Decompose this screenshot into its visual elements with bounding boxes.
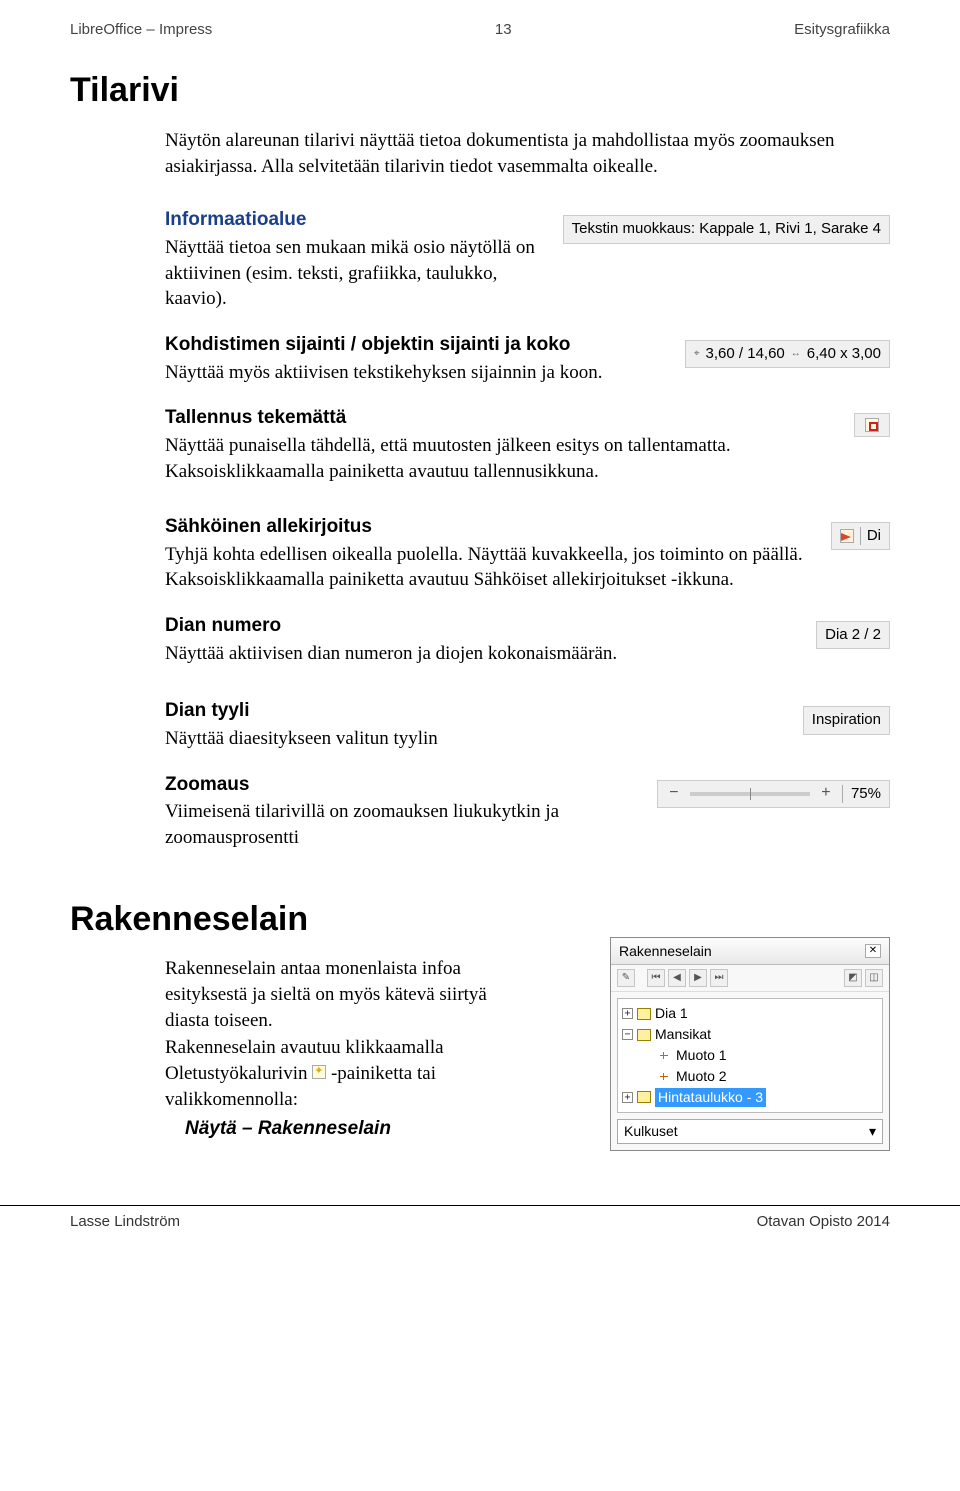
navigator-close-button[interactable]: ✕: [865, 944, 881, 958]
tree-selected-label: Hintataulukko - 3: [655, 1088, 766, 1107]
slide-icon: [637, 1008, 651, 1020]
sig-heading: Sähköinen allekirjoitus: [165, 514, 819, 540]
style-body: Näyttää diaesitykseen valitun tyylin: [165, 726, 791, 752]
navigator-toolbar-icon: [312, 1065, 326, 1079]
navigator-document-combo[interactable]: Kulkuset ▾: [617, 1119, 883, 1144]
pos-body: Näyttää myös aktiivisen tekstikehyksen s…: [165, 360, 673, 386]
tree-item-mansikat[interactable]: − Mansikat: [620, 1024, 880, 1045]
section-rakenneselain-title: Rakenneselain: [70, 897, 598, 943]
slide-icon: [637, 1091, 651, 1103]
tree-item-hintataulukko[interactable]: + Hintataulukko - 3: [620, 1087, 880, 1108]
pos-heading: Kohdistimen sijainti / objektin sijainti…: [165, 332, 673, 358]
footer-author: Lasse Lindström: [70, 1212, 180, 1232]
position-icon: ⌖: [694, 347, 700, 361]
zoom-slider[interactable]: [690, 792, 810, 796]
tree-item-muoto2[interactable]: Muoto 2: [656, 1066, 880, 1087]
navigator-panel: Rakenneselain ✕ ✎ ⏮ ◀ ▶ ⏭ ◩ ◫ + Dia 1: [610, 937, 890, 1151]
zoom-out-button[interactable]: −: [666, 786, 682, 802]
chevron-down-icon: ▾: [869, 1122, 876, 1141]
slide-style-text: Inspiration: [812, 710, 881, 730]
signature-icon: [840, 529, 854, 543]
header-right: Esitysgrafiikka: [794, 20, 890, 40]
rakenne-body2: Rakenneselain avautuu klikkaamalla Oletu…: [165, 1035, 525, 1112]
nav-next-button[interactable]: ▶: [689, 969, 707, 987]
collapse-icon[interactable]: −: [622, 1029, 633, 1040]
tree-item-muoto1[interactable]: Muoto 1: [656, 1045, 880, 1066]
nav-shapes-button[interactable]: ◫: [865, 969, 883, 987]
info-heading: Informaatioalue: [165, 207, 551, 233]
expand-icon[interactable]: +: [622, 1008, 633, 1019]
section-tilarivi-title: Tilarivi: [70, 68, 890, 114]
slide-number-text: Dia 2 / 2: [825, 625, 881, 645]
slide-heading: Dian numero: [165, 613, 804, 639]
zoom-percent: 75%: [851, 784, 881, 804]
navigator-titlebar: Rakenneselain ✕: [611, 938, 889, 966]
menu-command: Näytä – Rakenneselain: [185, 1116, 598, 1142]
navigator-title: Rakenneselain: [619, 942, 712, 961]
nav-tool-1[interactable]: ✎: [617, 969, 635, 987]
status-zoom[interactable]: − + 75%: [657, 780, 890, 808]
shape-icon: [658, 1050, 672, 1062]
status-position-size: ⌖ 3,60 / 14,60 ↔ 6,40 x 3,00: [685, 340, 890, 368]
signature-label: Di: [867, 526, 881, 546]
save-body: Näyttää punaisella tähdellä, että muutos…: [165, 433, 842, 484]
nav-dragmode-button[interactable]: ◩: [844, 969, 862, 987]
position-value: 3,60 / 14,60: [706, 344, 785, 364]
combo-value: Kulkuset: [624, 1122, 678, 1141]
rakenne-body1: Rakenneselain antaa monenlaista infoa es…: [165, 956, 495, 1033]
tilarivi-intro: Näytön alareunan tilarivi näyttää tietoa…: [165, 128, 890, 179]
size-icon: ↔: [791, 347, 801, 361]
slide-icon: [637, 1029, 651, 1041]
footer-divider: [0, 1205, 960, 1206]
zoom-heading: Zoomaus: [165, 772, 645, 798]
navigator-tree[interactable]: + Dia 1 − Mansikat Muoto 1 Muoto 2: [617, 998, 883, 1112]
unsaved-icon: [865, 418, 879, 432]
slide-body: Näyttää aktiivisen dian numeron ja dioje…: [165, 641, 804, 667]
navigator-toolbar: ✎ ⏮ ◀ ▶ ⏭ ◩ ◫: [611, 965, 889, 992]
nav-prev-button[interactable]: ◀: [668, 969, 686, 987]
status-info-area: Tekstin muokkaus: Kappale 1, Rivi 1, Sar…: [563, 215, 890, 243]
nav-first-button[interactable]: ⏮: [647, 969, 665, 987]
nav-last-button[interactable]: ⏭: [710, 969, 728, 987]
header-left: LibreOffice – Impress: [70, 20, 212, 40]
zoom-body: Viimeisenä tilarivillä on zoomauksen liu…: [165, 799, 645, 850]
status-slide-number: Dia 2 / 2: [816, 621, 890, 649]
status-save-indicator[interactable]: [854, 413, 890, 437]
status-slide-style: Inspiration: [803, 706, 890, 734]
info-body: Näyttää tietoa sen mukaan mikä osio näyt…: [165, 235, 551, 312]
footer-publisher: Otavan Opisto 2014: [757, 1212, 890, 1232]
status-info-text: Tekstin muokkaus: Kappale 1, Rivi 1, Sar…: [572, 219, 881, 239]
save-heading: Tallennus tekemättä: [165, 405, 842, 431]
style-heading: Dian tyyli: [165, 698, 791, 724]
page-footer: Lasse Lindström Otavan Opisto 2014: [0, 1212, 960, 1248]
header-page-number: 13: [495, 20, 512, 40]
tree-item-dia1[interactable]: + Dia 1: [620, 1003, 880, 1024]
status-signature[interactable]: Di: [831, 522, 890, 550]
size-value: 6,40 x 3,00: [807, 344, 881, 364]
sig-body: Tyhjä kohta edellisen oikealla puolella.…: [165, 542, 819, 593]
shape-icon: [658, 1071, 672, 1083]
page-header: LibreOffice – Impress 13 Esitysgrafiikka: [70, 20, 890, 40]
zoom-in-button[interactable]: +: [818, 786, 834, 802]
expand-icon[interactable]: +: [622, 1092, 633, 1103]
